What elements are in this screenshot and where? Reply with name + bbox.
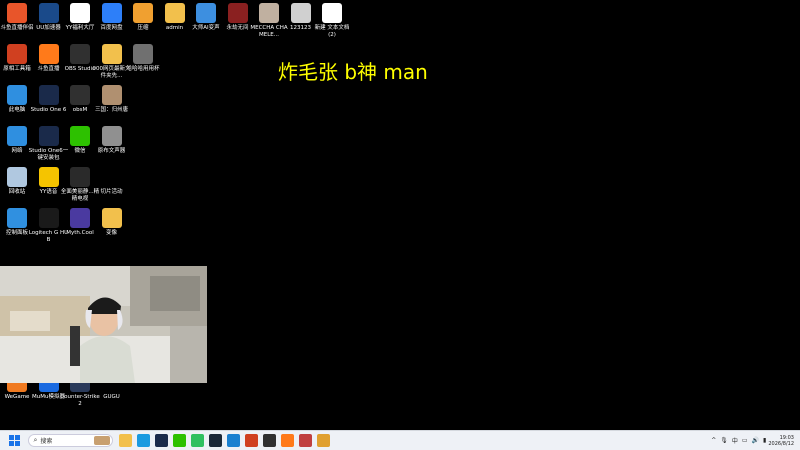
desktop-icon-label: GUGU [103, 394, 120, 400]
qq-music-icon[interactable] [191, 434, 204, 447]
document-icon [70, 3, 90, 23]
desktop-icon-label: 新建 文本文档 (2) [314, 25, 350, 38]
yy-voice-icon [38, 167, 59, 187]
blank-icon [101, 167, 122, 187]
wechat-icon [70, 126, 90, 146]
logitech-icon [38, 208, 59, 228]
game-icon [101, 85, 122, 105]
douyu-live-icon [7, 3, 27, 23]
steam-icon[interactable] [209, 434, 222, 447]
search-placeholder: 搜索 [40, 438, 53, 445]
microphone-icon[interactable]: 🎙 [720, 437, 728, 444]
zip-folder-icon [133, 3, 153, 23]
network-icon [7, 126, 27, 146]
obs-icon [70, 85, 90, 105]
search-input[interactable]: ⌕ 搜索 [27, 434, 113, 447]
webcam-feed [0, 266, 207, 383]
this-pc-icon [7, 85, 27, 105]
baidu-netdisk-icon [101, 3, 122, 23]
toolbox-icon [7, 44, 27, 64]
image-file-icon [259, 3, 279, 23]
language-icon[interactable]: 中 [732, 436, 738, 445]
recycle-bin-icon [7, 167, 27, 187]
desktop-icon[interactable]: 新建 文本文档 (2) [313, 3, 351, 39]
desktop-icon-label: 哈哈哈用用杯 [126, 66, 160, 72]
control-panel-icon [7, 208, 27, 228]
chevron-up-icon[interactable]: ^ [711, 437, 716, 444]
voice-changer-icon [196, 3, 216, 23]
game-icon[interactable] [299, 434, 312, 447]
windows-start-icon[interactable] [8, 434, 21, 447]
taskbar: ⌕ 搜索 ^ 🎙 中 ▭ 🔊 ▮ 19:03 2026/8/12 [0, 430, 800, 450]
shortcut-icon [133, 44, 153, 64]
desktop-icon[interactable]: 哈哈哈用用杯 [124, 44, 162, 73]
studio-one-icon [38, 126, 59, 146]
desktop-icon-label: 三国：归州唐 [94, 107, 128, 113]
search-icon: ⌕ [33, 436, 38, 444]
wechat-icon[interactable] [173, 434, 186, 447]
desktop-icon[interactable]: 原布文声器 [93, 126, 131, 155]
qr-image-icon [290, 3, 311, 23]
text-file-icon [322, 3, 342, 23]
toolbox-icon[interactable] [245, 434, 258, 447]
network-icon[interactable]: ▭ [742, 437, 748, 444]
nvidia-icon [70, 167, 90, 187]
desktop-icon[interactable]: 变像 [93, 208, 131, 237]
folder-icon [101, 208, 122, 228]
edge-icon[interactable] [137, 434, 150, 447]
desktop-icon[interactable]: 三国：归州唐 [93, 85, 131, 114]
stream-overlay-text: 炸毛张 b神 man [278, 60, 428, 84]
desktop-icon-label: 变像 [105, 230, 117, 236]
studio-one-icon[interactable] [155, 434, 168, 447]
studio-one-icon [38, 85, 59, 105]
clock-date: 2026/8/12 [768, 440, 794, 447]
taskbar-apps [117, 434, 333, 447]
file-explorer-icon[interactable] [119, 434, 132, 447]
douyu-icon [38, 44, 59, 64]
douyu-icon[interactable] [281, 434, 294, 447]
system-clock[interactable]: 19:03 2026/8/12 [768, 435, 794, 447]
myth-icon [70, 208, 90, 228]
desktop-icon[interactable]: 切片活动 [93, 167, 131, 196]
desktop: 斗鱼直播伴侣 UU加速器 YY福利大厅 百度网盘 压缩 admin 大师AI变声 永劫无间 ME… [0, 0, 800, 430]
volume-icon[interactable]: 🔊 [752, 437, 759, 444]
naraka-icon [227, 3, 248, 23]
uu-accelerator-icon [38, 3, 59, 23]
folder-icon [101, 44, 122, 64]
sound-card-icon [101, 126, 122, 146]
battle-net-icon[interactable] [227, 434, 240, 447]
folder-icon [164, 3, 185, 23]
search-highlight-icon [93, 436, 110, 445]
obs-icon [70, 44, 90, 64]
desktop-icon-label: 原布文声器 [97, 148, 126, 154]
desktop-icon-label: 切片活动 [100, 189, 123, 195]
battery-icon[interactable]: ▮ [763, 437, 766, 444]
gallery-icon[interactable] [317, 434, 330, 447]
obs-icon[interactable] [263, 434, 276, 447]
